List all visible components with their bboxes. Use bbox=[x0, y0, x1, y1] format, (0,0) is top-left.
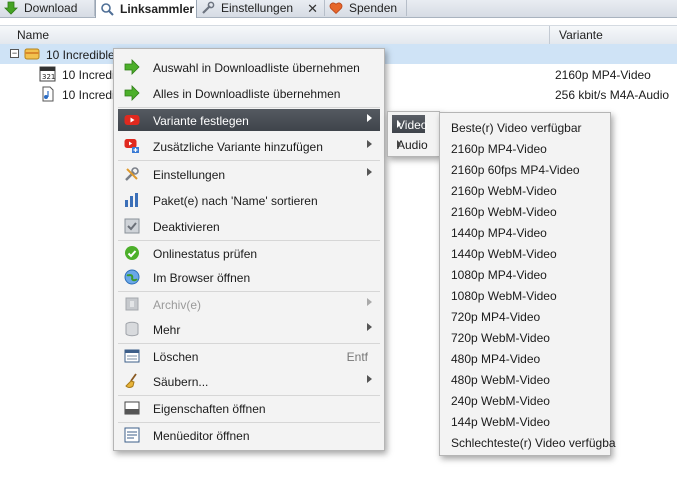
menu-item-open-in-browser[interactable]: Im Browser öffnen bbox=[118, 266, 380, 288]
variant-option[interactable]: 1440p WebM-Video bbox=[444, 243, 608, 264]
menu-item-more[interactable]: Mehr bbox=[118, 318, 380, 340]
submenu-item-video[interactable]: Video bbox=[392, 115, 427, 133]
menu-item-delete[interactable]: Löschen Entf bbox=[118, 345, 380, 367]
submenu-arrow-icon bbox=[367, 140, 372, 148]
variant-option[interactable]: 1440p MP4-Video bbox=[444, 222, 608, 243]
collapse-toggle[interactable]: − bbox=[10, 49, 19, 58]
green-arrow-icon bbox=[124, 59, 140, 75]
variant-option[interactable]: 240p WebM-Video bbox=[444, 390, 608, 411]
variant-option[interactable]: 480p MP4-Video bbox=[444, 348, 608, 369]
settings-wrench-icon bbox=[202, 1, 215, 14]
variant-option[interactable]: 2160p WebM-Video bbox=[444, 201, 608, 222]
green-check-icon bbox=[125, 246, 139, 260]
menu-item-clean-up[interactable]: Säubern... bbox=[118, 370, 380, 392]
sort-icon bbox=[125, 193, 138, 207]
menu-item-open-properties[interactable]: Eigenschaften öffnen bbox=[118, 397, 380, 419]
variant-option[interactable]: 1080p WebM-Video bbox=[444, 285, 608, 306]
menu-item-add-selection[interactable]: Auswahl in Downloadliste übernehmen bbox=[118, 56, 380, 78]
properties-icon bbox=[124, 401, 140, 415]
variant-option[interactable]: 2160p MP4-Video bbox=[444, 138, 608, 159]
menu-separator bbox=[118, 395, 380, 396]
delete-list-icon bbox=[124, 349, 140, 363]
row-variant: 256 kbit/s M4A-Audio bbox=[555, 88, 670, 102]
tab-linkgrabber-label: Linksammler bbox=[120, 2, 195, 16]
column-header-name[interactable]: Name bbox=[17, 28, 49, 42]
variant-option[interactable]: Schlechteste(r) Video verfügba bbox=[444, 432, 616, 453]
menu-separator bbox=[118, 291, 380, 292]
menu-item-menu-editor[interactable]: Menüeditor öffnen bbox=[118, 424, 380, 446]
video-file-icon: 321 bbox=[39, 66, 56, 82]
variant-type-submenu: Video Audio bbox=[387, 111, 440, 157]
tab-linkgrabber[interactable]: Linksammler bbox=[95, 0, 197, 18]
menu-separator bbox=[118, 240, 380, 241]
youtube-icon bbox=[124, 115, 140, 125]
menu-editor-icon bbox=[124, 427, 140, 443]
row-name: 10 Incredi bbox=[62, 68, 115, 82]
menu-item-add-variant[interactable]: Zusätzliche Variante hinzufügen bbox=[118, 135, 380, 157]
variant-option[interactable]: 720p WebM-Video bbox=[444, 327, 608, 348]
variant-option[interactable]: 2160p 60fps MP4-Video bbox=[444, 159, 608, 180]
context-menu: Auswahl in Downloadliste übernehmen Alle… bbox=[113, 48, 385, 451]
menu-separator bbox=[118, 160, 380, 161]
tab-download[interactable]: Download bbox=[0, 0, 95, 16]
variant-option[interactable]: 1080p MP4-Video bbox=[444, 264, 608, 285]
package-icon bbox=[24, 48, 40, 60]
menu-item-deactivate[interactable]: Deaktivieren bbox=[118, 215, 380, 237]
tab-donate-label: Spenden bbox=[349, 1, 398, 15]
menu-item-sort-by-name[interactable]: Paket(e) nach 'Name' sortieren bbox=[118, 189, 380, 211]
tab-download-label: Download bbox=[24, 1, 78, 15]
linkgrabber-icon bbox=[101, 3, 114, 16]
svg-text:321: 321 bbox=[42, 73, 55, 81]
submenu-arrow-icon bbox=[397, 120, 401, 128]
submenu-arrow-icon bbox=[367, 375, 372, 383]
variant-option[interactable]: 480p WebM-Video bbox=[444, 369, 608, 390]
menu-separator bbox=[118, 343, 380, 344]
menu-item-add-all[interactable]: Alles in Downloadliste übernehmen bbox=[118, 82, 380, 104]
variant-option[interactable]: 2160p WebM-Video bbox=[444, 180, 608, 201]
row-name: 10 Incredi bbox=[62, 88, 115, 102]
broom-icon bbox=[125, 373, 137, 388]
package-name: 10 Incredible bbox=[46, 48, 115, 62]
video-variant-submenu: Beste(r) Video verfügbar 2160p MP4-Video… bbox=[439, 112, 616, 456]
download-arrow-icon bbox=[4, 1, 18, 15]
archive-icon bbox=[125, 297, 139, 311]
submenu-item-audio[interactable]: Audio bbox=[392, 135, 428, 153]
close-tab-icon[interactable]: ✕ bbox=[307, 1, 318, 17]
table-header: Name Variante bbox=[0, 25, 677, 45]
menu-item-archives[interactable]: Archiv(e) bbox=[118, 293, 380, 315]
variant-option[interactable]: Beste(r) Video verfügbar bbox=[444, 117, 608, 138]
menu-item-check-online-status[interactable]: Onlinestatus prüfen bbox=[118, 242, 380, 264]
submenu-arrow-icon bbox=[367, 114, 372, 122]
row-variant: 2160p MP4-Video bbox=[555, 68, 651, 82]
green-arrow-icon bbox=[124, 85, 140, 101]
menu-separator bbox=[118, 107, 380, 108]
menu-separator bbox=[118, 422, 380, 423]
variant-option[interactable]: 144p WebM-Video bbox=[444, 411, 608, 432]
submenu-arrow-icon bbox=[367, 168, 372, 176]
heart-icon bbox=[329, 2, 343, 15]
database-icon bbox=[125, 321, 139, 337]
globe-icon bbox=[124, 269, 140, 285]
delete-shortcut: Entf bbox=[346, 350, 368, 364]
tools-icon bbox=[125, 167, 139, 181]
column-header-variant[interactable]: Variante bbox=[559, 28, 603, 42]
checkbox-icon bbox=[124, 218, 140, 234]
tab-settings-label: Einstellungen bbox=[221, 1, 294, 15]
tab-donate[interactable]: Spenden bbox=[325, 0, 407, 16]
menu-item-set-variant[interactable]: Variante festlegen bbox=[118, 109, 380, 131]
tab-bar: Download Linksammler Einstellungen ✕ Spe… bbox=[0, 0, 677, 18]
column-divider[interactable] bbox=[549, 26, 550, 44]
submenu-arrow-icon bbox=[367, 298, 372, 306]
submenu-arrow-icon bbox=[397, 140, 401, 148]
menu-item-settings[interactable]: Einstellungen bbox=[118, 163, 380, 185]
audio-file-icon bbox=[42, 86, 54, 102]
variant-option[interactable]: 720p MP4-Video bbox=[444, 306, 608, 327]
submenu-arrow-icon bbox=[367, 323, 372, 331]
tab-settings[interactable]: Einstellungen ✕ bbox=[197, 0, 325, 16]
youtube-add-icon bbox=[124, 139, 139, 153]
